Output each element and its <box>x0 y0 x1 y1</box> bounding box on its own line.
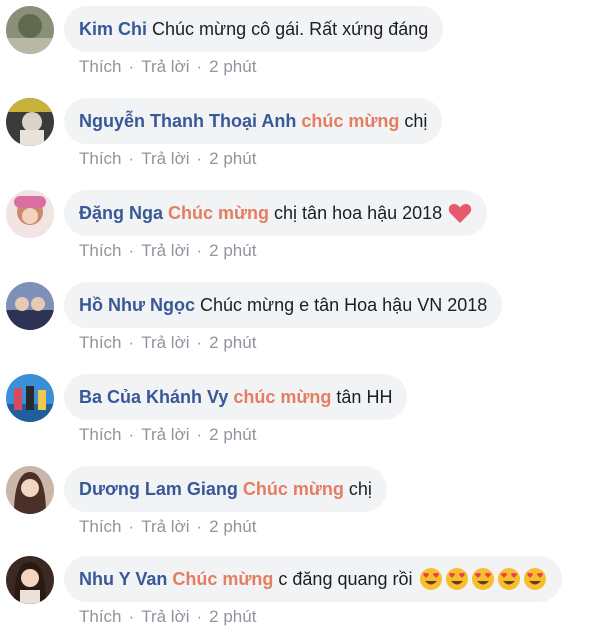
avatar[interactable] <box>6 190 54 238</box>
comment-item: Nguyễn Thanh Thoại Anh chúc mừng chị Thí… <box>0 92 607 184</box>
heart-eyes-emoji-icon <box>497 567 521 591</box>
comment-item: Hồ Như Ngọc Chúc mừng e tân Hoa hậu VN 2… <box>0 276 607 368</box>
commenter-name[interactable]: Nguyễn Thanh Thoại Anh <box>79 111 296 132</box>
comment-text: chị <box>348 478 372 499</box>
reply-link[interactable]: Trả lời <box>141 517 189 537</box>
comment-bubble: Kim Chi Chúc mừng cô gái. Rất xứng đáng <box>64 6 444 52</box>
separator-dot: · <box>196 425 203 444</box>
like-link[interactable]: Thích <box>79 241 122 261</box>
separator-dot: · <box>196 517 203 536</box>
comment-text: tân HH <box>336 386 393 407</box>
separator-dot: · <box>196 607 203 626</box>
comment-actions: Thích · Trả lời · 2 phút <box>79 328 256 358</box>
reply-link[interactable]: Trả lời <box>141 425 189 445</box>
avatar[interactable] <box>6 98 54 146</box>
separator-dot: · <box>128 333 135 352</box>
highlighted-text: chúc mừng <box>301 110 400 131</box>
separator-dot: · <box>128 607 135 626</box>
highlighted-text: Chúc mừng <box>168 202 270 223</box>
reply-link[interactable]: Trả lời <box>141 607 189 627</box>
like-link[interactable]: Thích <box>79 517 122 537</box>
avatar[interactable] <box>6 282 54 330</box>
comment-text: Chúc mừng cô gái. Rất xứng đáng <box>152 18 429 39</box>
like-link[interactable]: Thích <box>79 607 122 627</box>
like-link[interactable]: Thích <box>79 333 122 353</box>
separator-dot: · <box>128 517 135 536</box>
like-link[interactable]: Thích <box>79 149 122 169</box>
comment-text: chị tân hoa hậu 2018 <box>274 202 443 223</box>
commenter-name[interactable]: Đặng Nga <box>79 203 163 224</box>
highlighted-text: chúc mừng <box>233 386 332 407</box>
avatar[interactable] <box>6 374 54 422</box>
heart-eyes-emoji-icon <box>445 567 469 591</box>
like-link[interactable]: Thích <box>79 57 122 77</box>
comment-bubble: Ba Của Khánh Vy chúc mừng tân HH <box>64 374 408 420</box>
separator-dot: · <box>128 241 135 260</box>
separator-dot: · <box>128 57 135 76</box>
like-link[interactable]: Thích <box>79 425 122 445</box>
comment-actions: Thích · Trả lời · 2 phút <box>79 144 256 174</box>
timestamp[interactable]: 2 phút <box>209 425 256 445</box>
timestamp[interactable]: 2 phút <box>209 57 256 77</box>
comment-bubble: Đặng Nga Chúc mừng chị tân hoa hậu 2018 <box>64 190 488 236</box>
heart-eyes-emoji-icon <box>523 567 547 591</box>
comment-actions: Thích · Trả lời · 2 phút <box>79 602 256 632</box>
comment-item: Ba Của Khánh Vy chúc mừng tân HH Thích ·… <box>0 368 607 460</box>
comment-text: Chúc mừng e tân Hoa hậu VN 2018 <box>200 294 488 315</box>
comment-text: chị <box>404 110 428 131</box>
highlighted-text: Chúc mừng <box>242 478 344 499</box>
reply-link[interactable]: Trả lời <box>141 333 189 353</box>
commenter-name[interactable]: Hồ Như Ngọc <box>79 295 195 316</box>
heart-eyes-emoji-icon <box>471 567 495 591</box>
comment-bubble: Hồ Như Ngọc Chúc mừng e tân Hoa hậu VN 2… <box>64 282 503 328</box>
comment-item: Kim Chi Chúc mừng cô gái. Rất xứng đáng … <box>0 0 607 92</box>
comment-actions: Thích · Trả lời · 2 phút <box>79 512 256 542</box>
separator-dot: · <box>196 149 203 168</box>
comment-item: Đặng Nga Chúc mừng chị tân hoa hậu 2018 … <box>0 184 607 276</box>
highlighted-text: Chúc mừng <box>172 568 274 589</box>
avatar[interactable] <box>6 466 54 514</box>
comment-item: Nhu Y Van Chúc mừng c đăng quang rồi Thí… <box>0 550 607 642</box>
separator-dot: · <box>196 333 203 352</box>
heart-emoji-icon <box>448 202 472 224</box>
timestamp[interactable]: 2 phút <box>209 241 256 261</box>
timestamp[interactable]: 2 phút <box>209 149 256 169</box>
comment-bubble: Dương Lam Giang Chúc mừng chị <box>64 466 387 512</box>
emoji-group <box>417 567 547 591</box>
comment-text: c đăng quang rồi <box>278 568 413 589</box>
commenter-name[interactable]: Kim Chi <box>79 19 147 40</box>
timestamp[interactable]: 2 phút <box>209 607 256 627</box>
commenter-name[interactable]: Dương Lam Giang <box>79 479 238 500</box>
avatar[interactable] <box>6 6 54 54</box>
timestamp[interactable]: 2 phút <box>209 333 256 353</box>
separator-dot: · <box>128 425 135 444</box>
avatar[interactable] <box>6 556 54 604</box>
timestamp[interactable]: 2 phút <box>209 517 256 537</box>
separator-dot: · <box>196 241 203 260</box>
separator-dot: · <box>196 57 203 76</box>
comment-bubble: Nguyễn Thanh Thoại Anh chúc mừng chị <box>64 98 443 144</box>
comment-bubble: Nhu Y Van Chúc mừng c đăng quang rồi <box>64 556 562 602</box>
comment-item: Dương Lam Giang Chúc mừng chị Thích · Tr… <box>0 460 607 552</box>
comment-actions: Thích · Trả lời · 2 phút <box>79 420 256 450</box>
comment-actions: Thích · Trả lời · 2 phút <box>79 52 256 82</box>
reply-link[interactable]: Trả lời <box>141 241 189 261</box>
reply-link[interactable]: Trả lời <box>141 57 189 77</box>
heart-eyes-emoji-icon <box>419 567 443 591</box>
comment-actions: Thích · Trả lời · 2 phút <box>79 236 256 266</box>
commenter-name[interactable]: Ba Của Khánh Vy <box>79 387 228 408</box>
commenter-name[interactable]: Nhu Y Van <box>79 569 167 590</box>
reply-link[interactable]: Trả lời <box>141 149 189 169</box>
separator-dot: · <box>128 149 135 168</box>
